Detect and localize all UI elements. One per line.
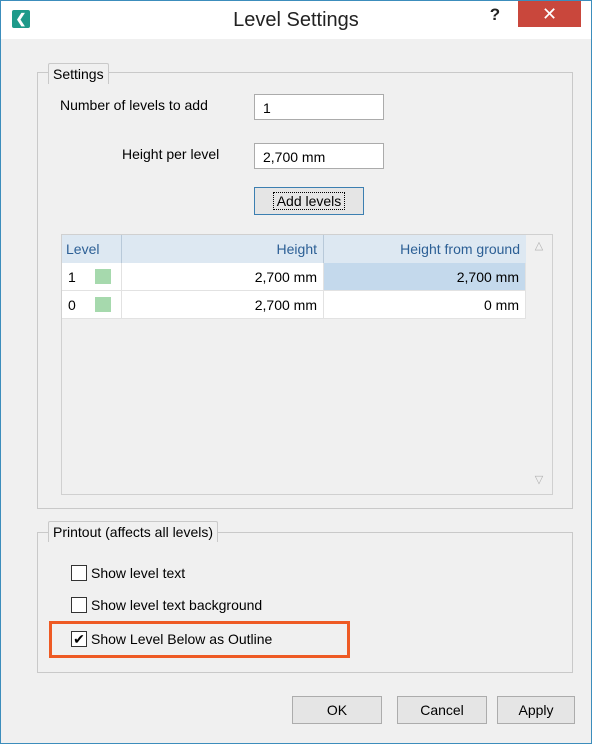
table-scrollbar[interactable]: △ ▽ <box>526 235 552 494</box>
table-header: Level Height Height from ground <box>62 235 526 263</box>
title-bar: ❮ Level Settings ? ✕ <box>1 1 591 39</box>
column-header-height-from-ground[interactable]: Height from ground <box>324 235 526 263</box>
levels-table: Level Height Height from ground 1 2,700 … <box>61 234 553 495</box>
table-row[interactable]: 1 2,700 mm 2,700 mm <box>62 263 526 291</box>
show-level-text-label: Show level text <box>91 565 186 581</box>
close-icon: ✕ <box>541 4 558 24</box>
show-level-text-background-label: Show level text background <box>91 597 263 613</box>
settings-group-title: Settings <box>48 63 109 84</box>
add-levels-button[interactable]: Add levels <box>254 187 364 215</box>
apply-button[interactable]: Apply <box>497 696 575 724</box>
level-color-swatch[interactable] <box>95 269 111 284</box>
level-settings-window: ❮ Level Settings ? ✕ Settings Number of … <box>0 0 592 744</box>
help-button[interactable]: ? <box>480 3 510 27</box>
table-row[interactable]: 0 2,700 mm 0 mm <box>62 291 526 319</box>
ok-button[interactable]: OK <box>292 696 382 724</box>
height-from-ground-cell[interactable]: 0 mm <box>324 291 526 319</box>
num-levels-label: Number of levels to add <box>60 97 208 113</box>
scroll-down-icon[interactable]: ▽ <box>526 473 552 493</box>
level-cell: 0 <box>62 291 122 319</box>
cancel-button[interactable]: Cancel <box>397 696 487 724</box>
column-header-height[interactable]: Height <box>122 235 324 263</box>
add-levels-label: Add levels <box>272 192 346 210</box>
show-level-text-background-checkbox[interactable] <box>71 597 87 613</box>
show-level-text-checkbox[interactable] <box>71 565 87 581</box>
num-levels-input[interactable]: 1 <box>254 94 384 120</box>
show-level-text-background-option[interactable]: Show level text background <box>71 594 262 616</box>
height-cell[interactable]: 2,700 mm <box>122 291 324 319</box>
level-color-swatch[interactable] <box>95 297 111 312</box>
highlight-annotation <box>49 621 350 658</box>
height-per-level-label: Height per level <box>122 146 220 162</box>
close-button[interactable]: ✕ <box>518 1 581 27</box>
height-from-ground-cell[interactable]: 2,700 mm <box>324 263 526 291</box>
level-cell: 1 <box>62 263 122 291</box>
height-per-level-input[interactable]: 2,700 mm <box>254 143 384 169</box>
scroll-up-icon[interactable]: △ <box>526 239 552 259</box>
printout-group-title: Printout (affects all levels) <box>48 521 219 542</box>
column-header-level[interactable]: Level <box>62 235 122 263</box>
height-cell[interactable]: 2,700 mm <box>122 263 324 291</box>
show-level-text-option[interactable]: Show level text <box>71 562 185 584</box>
